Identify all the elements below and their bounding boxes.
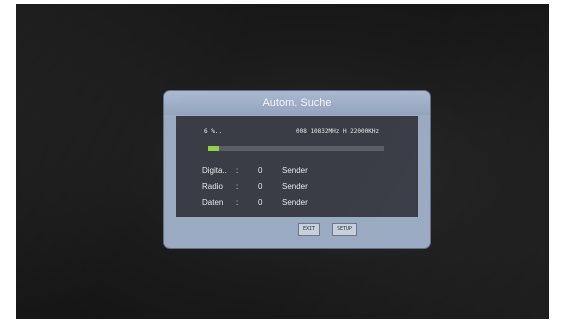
stat-unit: Sender (282, 166, 308, 175)
progress-percent: 6 %.. (204, 128, 223, 135)
frequency-readout: 008 10832MHz H 22000KHz (296, 128, 380, 135)
stat-value: 0 (258, 198, 263, 207)
progress-info: 6 %.. 008 10832MHz H 22000KHz (176, 126, 418, 138)
stat-value: 0 (258, 166, 263, 175)
stat-unit: Sender (282, 182, 308, 191)
stat-colon: : (236, 198, 239, 207)
dialog-footer: EXIT SETUP (176, 217, 418, 239)
stat-label: Radio (202, 182, 223, 191)
stat-row-digital: Digita.. : 0 Sender (176, 164, 418, 178)
progress-bar (208, 146, 384, 151)
stat-value: 0 (258, 182, 263, 191)
stat-label: Digita.. (202, 166, 227, 175)
exit-button[interactable]: EXIT (298, 223, 321, 236)
stat-label: Daten (202, 198, 224, 207)
stat-colon: : (236, 166, 239, 175)
search-panel: 6 %.. 008 10832MHz H 22000KHz Digita.. :… (176, 116, 418, 217)
stat-colon: : (236, 182, 239, 191)
setup-button[interactable]: SETUP (332, 223, 358, 236)
auto-search-dialog: Autom. Suche 6 %.. 008 10832MHz H 22000K… (164, 91, 430, 248)
stat-unit: Sender (282, 198, 308, 207)
progress-fill (208, 146, 219, 151)
stat-row-data: Daten : 0 Sender (176, 196, 418, 210)
stat-row-radio: Radio : 0 Sender (176, 180, 418, 194)
dialog-title: Autom. Suche (164, 91, 430, 115)
